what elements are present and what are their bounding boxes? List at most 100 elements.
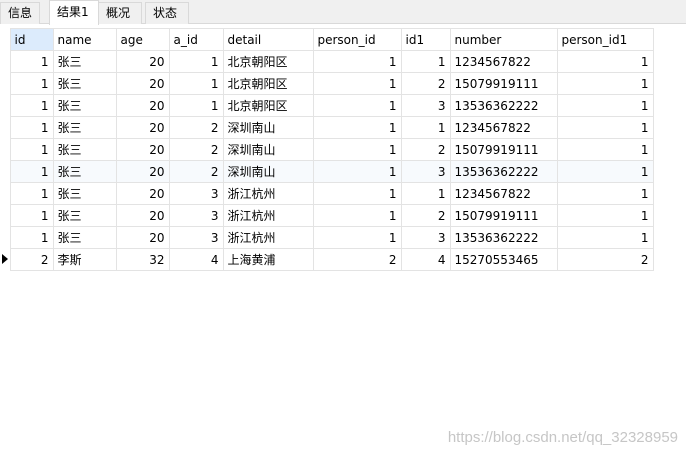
- cell-person-id1[interactable]: 1: [556, 50, 654, 73]
- table-row[interactable]: 1 张三 20 2 深圳南山 1 2 15079919111 1: [0, 138, 654, 161]
- cell-person-id[interactable]: 1: [312, 204, 402, 227]
- cell-person-id[interactable]: 1: [312, 138, 402, 161]
- tab-info[interactable]: 信息: [0, 2, 40, 24]
- cell-id1[interactable]: 3: [400, 226, 451, 249]
- cell-id[interactable]: 2: [9, 248, 54, 271]
- cell-a-id[interactable]: 2: [168, 160, 224, 183]
- cell-age[interactable]: 20: [115, 138, 170, 161]
- cell-name[interactable]: 张三: [52, 72, 117, 95]
- cell-number[interactable]: 1234567822: [449, 50, 558, 73]
- cell-detail[interactable]: 上海黄浦: [222, 248, 314, 271]
- cell-id[interactable]: 1: [9, 94, 54, 117]
- cell-a-id[interactable]: 2: [168, 138, 224, 161]
- cell-id[interactable]: 1: [9, 138, 54, 161]
- cell-id1[interactable]: 1: [400, 182, 451, 205]
- cell-name[interactable]: 张三: [52, 116, 117, 139]
- cell-name[interactable]: 张三: [52, 226, 117, 249]
- cell-a-id[interactable]: 2: [168, 116, 224, 139]
- table-row[interactable]: 1 张三 20 2 深圳南山 1 1 1234567822 1: [0, 116, 654, 139]
- cell-person-id[interactable]: 1: [312, 72, 402, 95]
- table-row[interactable]: 1 张三 20 3 浙江杭州 1 3 13536362222 1: [0, 226, 654, 249]
- row-marker[interactable]: [0, 94, 11, 117]
- tab-result-1[interactable]: 结果1: [49, 0, 99, 25]
- cell-id1[interactable]: 2: [400, 138, 451, 161]
- cell-person-id1[interactable]: 1: [556, 72, 654, 95]
- cell-person-id[interactable]: 2: [312, 248, 402, 271]
- cell-name[interactable]: 张三: [52, 182, 117, 205]
- cell-a-id[interactable]: 4: [168, 248, 224, 271]
- cell-id1[interactable]: 3: [400, 160, 451, 183]
- cell-age[interactable]: 20: [115, 116, 170, 139]
- column-header-age[interactable]: age: [115, 28, 170, 51]
- cell-person-id1[interactable]: 1: [556, 204, 654, 227]
- cell-detail[interactable]: 浙江杭州: [222, 226, 314, 249]
- cell-person-id1[interactable]: 1: [556, 94, 654, 117]
- cell-number[interactable]: 15079919111: [449, 204, 558, 227]
- cell-id1[interactable]: 3: [400, 94, 451, 117]
- cell-detail[interactable]: 浙江杭州: [222, 204, 314, 227]
- column-header-id1[interactable]: id1: [400, 28, 451, 51]
- cell-id[interactable]: 1: [9, 116, 54, 139]
- row-marker[interactable]: [0, 248, 11, 271]
- column-header-person-id1[interactable]: person_id1: [556, 28, 654, 51]
- cell-id[interactable]: 1: [9, 72, 54, 95]
- cell-person-id1[interactable]: 1: [556, 138, 654, 161]
- table-row[interactable]: 2 李斯 32 4 上海黄浦 2 4 15270553465 2: [0, 248, 654, 271]
- cell-age[interactable]: 20: [115, 94, 170, 117]
- row-marker[interactable]: [0, 160, 11, 183]
- cell-person-id[interactable]: 1: [312, 182, 402, 205]
- cell-number[interactable]: 13536362222: [449, 226, 558, 249]
- column-header-person-id[interactable]: person_id: [312, 28, 402, 51]
- tab-status[interactable]: 状态: [145, 2, 189, 24]
- cell-person-id[interactable]: 1: [312, 116, 402, 139]
- cell-id[interactable]: 1: [9, 182, 54, 205]
- cell-id1[interactable]: 1: [400, 116, 451, 139]
- cell-a-id[interactable]: 1: [168, 50, 224, 73]
- cell-age[interactable]: 20: [115, 226, 170, 249]
- cell-name[interactable]: 张三: [52, 94, 117, 117]
- cell-age[interactable]: 32: [115, 248, 170, 271]
- cell-person-id[interactable]: 1: [312, 50, 402, 73]
- cell-a-id[interactable]: 1: [168, 94, 224, 117]
- cell-age[interactable]: 20: [115, 72, 170, 95]
- cell-person-id[interactable]: 1: [312, 94, 402, 117]
- cell-id[interactable]: 1: [9, 204, 54, 227]
- cell-id1[interactable]: 2: [400, 204, 451, 227]
- cell-detail[interactable]: 深圳南山: [222, 160, 314, 183]
- cell-number[interactable]: 1234567822: [449, 182, 558, 205]
- cell-id1[interactable]: 4: [400, 248, 451, 271]
- row-marker[interactable]: [0, 50, 11, 73]
- cell-id1[interactable]: 1: [400, 50, 451, 73]
- cell-name[interactable]: 张三: [52, 138, 117, 161]
- row-marker[interactable]: [0, 226, 11, 249]
- cell-age[interactable]: 20: [115, 204, 170, 227]
- cell-detail[interactable]: 浙江杭州: [222, 182, 314, 205]
- row-marker[interactable]: [0, 116, 11, 139]
- cell-person-id[interactable]: 1: [312, 226, 402, 249]
- column-header-a-id[interactable]: a_id: [168, 28, 224, 51]
- cell-name[interactable]: 李斯: [52, 248, 117, 271]
- column-header-number[interactable]: number: [449, 28, 558, 51]
- row-marker[interactable]: [0, 204, 11, 227]
- table-row[interactable]: 1 张三 20 3 浙江杭州 1 1 1234567822 1: [0, 182, 654, 205]
- cell-person-id1[interactable]: 2: [556, 248, 654, 271]
- cell-person-id1[interactable]: 1: [556, 182, 654, 205]
- cell-person-id[interactable]: 1: [312, 160, 402, 183]
- cell-age[interactable]: 20: [115, 160, 170, 183]
- cell-detail[interactable]: 深圳南山: [222, 116, 314, 139]
- cell-name[interactable]: 张三: [52, 204, 117, 227]
- cell-person-id1[interactable]: 1: [556, 226, 654, 249]
- cell-number[interactable]: 13536362222: [449, 160, 558, 183]
- cell-number[interactable]: 15079919111: [449, 72, 558, 95]
- row-marker[interactable]: [0, 72, 11, 95]
- table-row[interactable]: 1 张三 20 1 北京朝阳区 1 1 1234567822 1: [0, 50, 654, 73]
- cell-detail[interactable]: 北京朝阳区: [222, 50, 314, 73]
- cell-id1[interactable]: 2: [400, 72, 451, 95]
- column-header-id[interactable]: id: [9, 28, 54, 51]
- tab-overview[interactable]: 概况: [98, 2, 142, 24]
- cell-age[interactable]: 20: [115, 182, 170, 205]
- cell-detail[interactable]: 北京朝阳区: [222, 72, 314, 95]
- cell-number[interactable]: 1234567822: [449, 116, 558, 139]
- row-marker[interactable]: [0, 138, 11, 161]
- table-row[interactable]: 1 张三 20 1 北京朝阳区 1 3 13536362222 1: [0, 94, 654, 117]
